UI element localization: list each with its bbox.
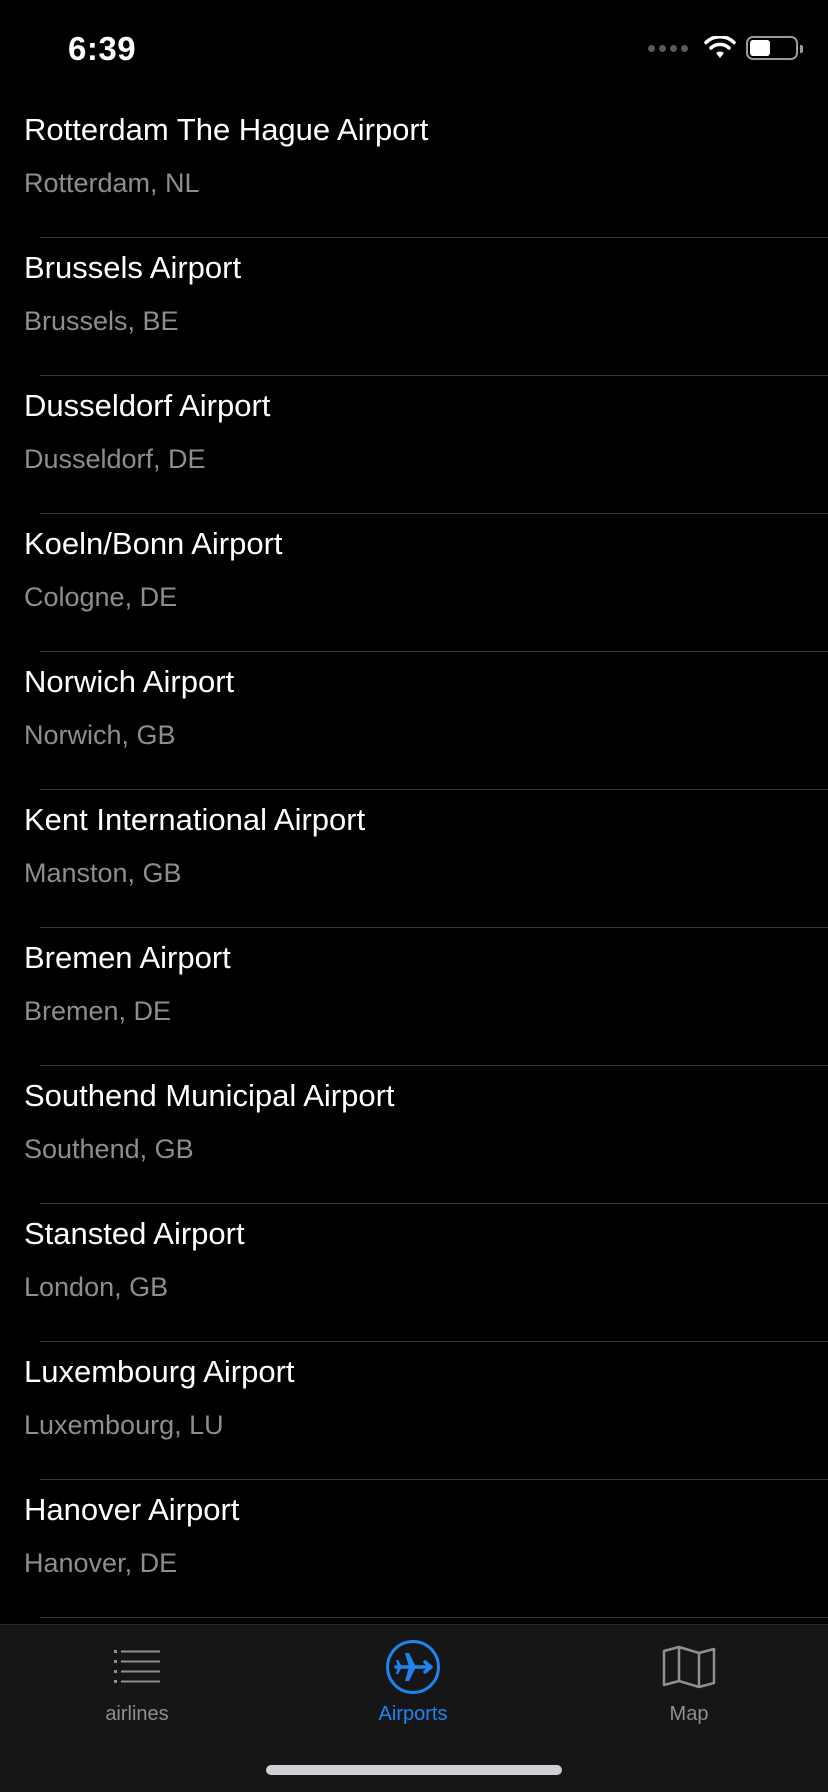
cellular-signal-icon bbox=[648, 44, 688, 52]
airport-name: Southend Municipal Airport bbox=[24, 1078, 395, 1113]
list-item[interactable]: Southend Municipal Airport Southend, GB bbox=[0, 1066, 828, 1204]
airport-name: Hanover Airport bbox=[24, 1492, 240, 1527]
airport-name: Dusseldorf Airport bbox=[24, 388, 271, 423]
airport-name: Stansted Airport bbox=[24, 1216, 245, 1251]
airport-name: Kent International Airport bbox=[24, 802, 366, 837]
map-icon bbox=[659, 1637, 719, 1697]
airport-name: Bremen Airport bbox=[24, 940, 231, 975]
airport-name: Norwich Airport bbox=[24, 664, 235, 699]
airport-name: Koeln/Bonn Airport bbox=[24, 526, 283, 561]
airport-location: Manston, GB bbox=[24, 858, 182, 888]
status-time: 6:39 bbox=[68, 30, 137, 67]
airport-location: Luxembourg, LU bbox=[24, 1410, 224, 1440]
airport-location: Bremen, DE bbox=[24, 996, 172, 1026]
tab-map[interactable]: Map bbox=[589, 1637, 789, 1737]
list-item[interactable]: Luxembourg Airport Luxembourg, LU bbox=[0, 1342, 828, 1480]
list-item[interactable]: Dusseldorf Airport Dusseldorf, DE bbox=[0, 376, 828, 514]
status-bar: 6:39 bbox=[0, 0, 828, 100]
battery-icon bbox=[746, 36, 803, 60]
airport-name: Luxembourg Airport bbox=[24, 1354, 295, 1389]
list-item[interactable]: Koeln/Bonn Airport Cologne, DE bbox=[0, 514, 828, 652]
list-icon bbox=[107, 1637, 167, 1697]
airport-name: Rotterdam The Hague Airport bbox=[24, 112, 429, 147]
airplane-icon bbox=[383, 1637, 443, 1697]
list-item[interactable]: Kent International Airport Manston, GB bbox=[0, 790, 828, 928]
airport-name: Brussels Airport bbox=[24, 250, 242, 285]
tab-airports[interactable]: Airports bbox=[313, 1637, 513, 1737]
tab-label: Airports bbox=[378, 1703, 448, 1725]
list-item[interactable]: Hanover Airport Hanover, DE bbox=[0, 1480, 828, 1618]
tab-label: airlines bbox=[105, 1703, 169, 1725]
airport-location: London, GB bbox=[24, 1272, 169, 1302]
airport-location: Rotterdam, NL bbox=[24, 168, 200, 198]
list-item[interactable]: Bremen Airport Bremen, DE bbox=[0, 928, 828, 1066]
airport-location: Southend, GB bbox=[24, 1134, 194, 1164]
list-item[interactable]: Stansted Airport London, GB bbox=[0, 1204, 828, 1342]
airport-location: Dusseldorf, DE bbox=[24, 444, 206, 474]
airport-location: Hanover, DE bbox=[24, 1548, 178, 1578]
list-item[interactable]: Norwich Airport Norwich, GB bbox=[0, 652, 828, 790]
airport-location: Cologne, DE bbox=[24, 582, 178, 612]
tab-label: Map bbox=[669, 1703, 709, 1725]
home-indicator[interactable] bbox=[266, 1765, 562, 1775]
list-item[interactable]: Rotterdam The Hague Airport Rotterdam, N… bbox=[0, 100, 828, 238]
status-icons bbox=[648, 36, 803, 60]
airport-list: Rotterdam The Hague Airport Rotterdam, N… bbox=[0, 100, 828, 1618]
row-separator bbox=[40, 1617, 828, 1618]
wifi-icon bbox=[704, 36, 736, 58]
tab-airlines[interactable]: airlines bbox=[37, 1637, 237, 1737]
airport-location: Norwich, GB bbox=[24, 720, 176, 750]
airport-location: Brussels, BE bbox=[24, 306, 179, 336]
list-item[interactable]: Brussels Airport Brussels, BE bbox=[0, 238, 828, 376]
